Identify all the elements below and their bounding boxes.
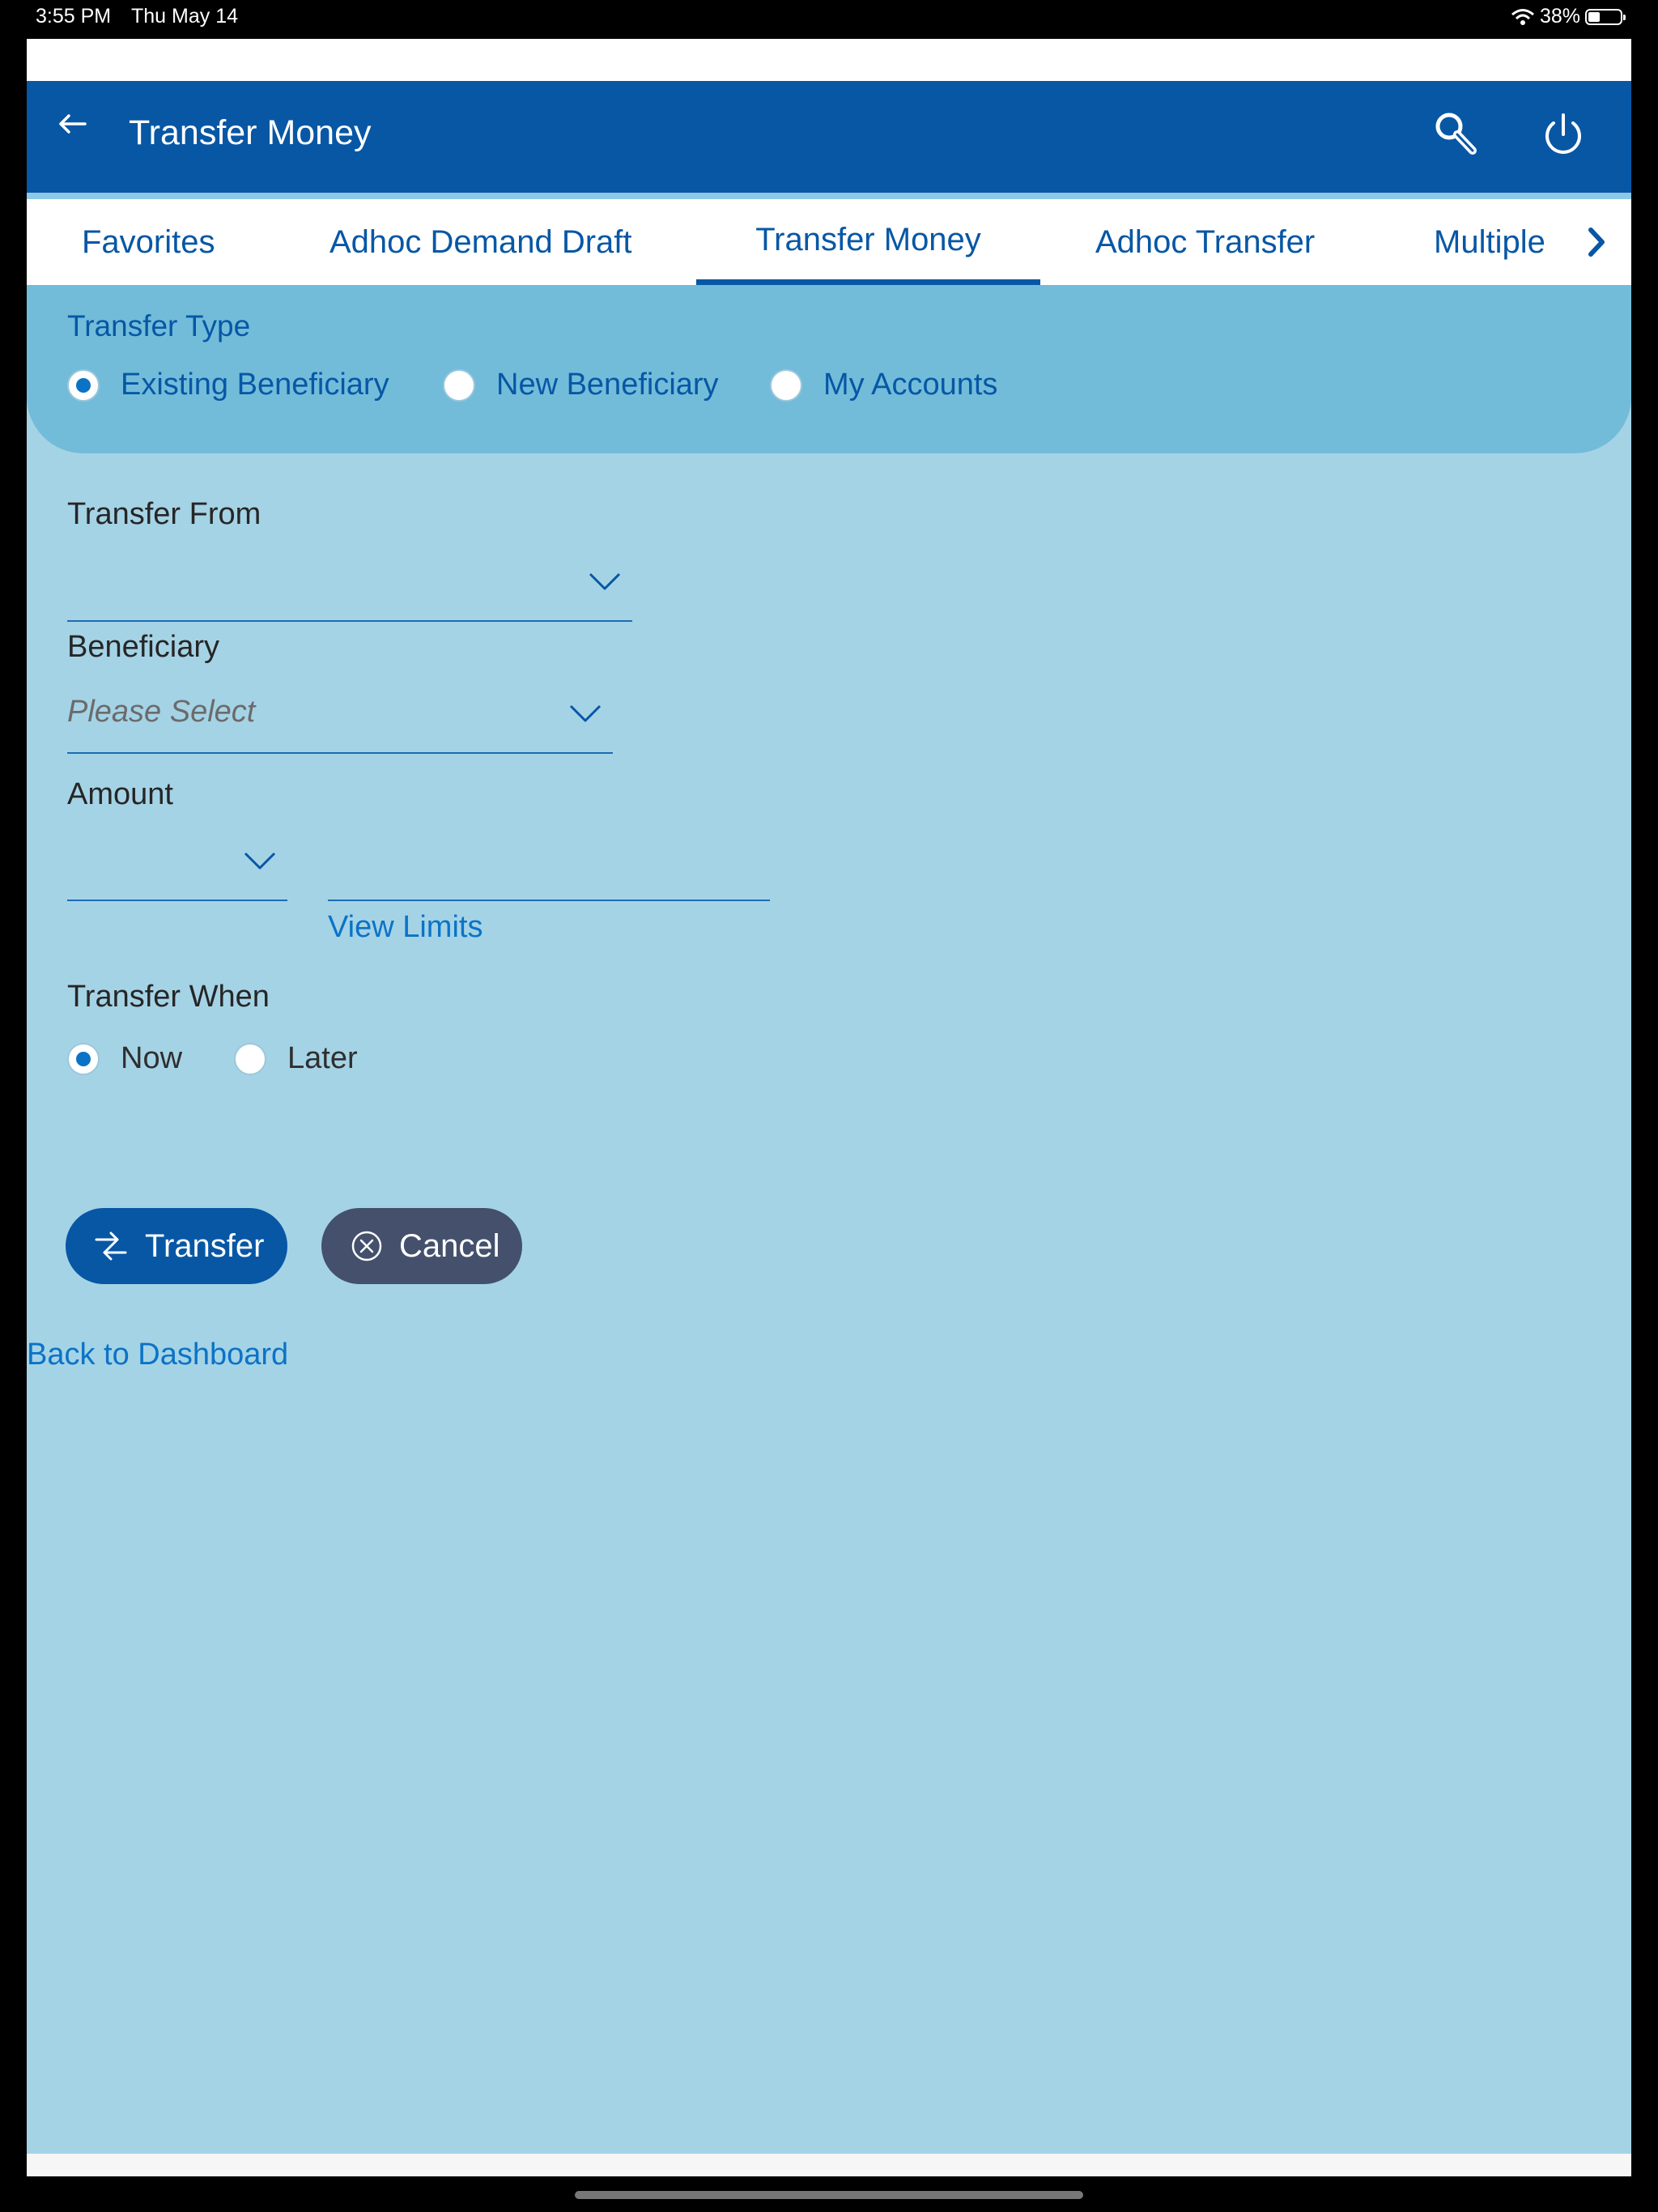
tab-adhoc-demand-draft[interactable]: Adhoc Demand Draft — [329, 199, 632, 285]
battery-icon — [1585, 8, 1626, 25]
transfer-from-select[interactable] — [67, 620, 632, 622]
close-circle-icon — [351, 1231, 382, 1261]
tab-bar: Favorites Adhoc Demand Draft Transfer Mo… — [27, 199, 1631, 285]
home-indicator[interactable] — [575, 2191, 1083, 2199]
status-time: 3:55 PM — [36, 5, 112, 28]
cancel-button[interactable]: Cancel — [321, 1208, 522, 1284]
radio-button[interactable] — [67, 368, 100, 402]
power-icon — [1545, 113, 1581, 154]
radio-button[interactable] — [443, 368, 475, 402]
battery-percent: 38% — [1539, 5, 1580, 28]
chevron-down-icon[interactable] — [242, 849, 278, 873]
radio-my-accounts[interactable]: My Accounts — [770, 368, 997, 402]
chevron-down-icon[interactable] — [587, 569, 623, 593]
radio-label: My Accounts — [823, 368, 998, 402]
back-arrow-icon — [59, 114, 87, 134]
radio-label: Existing Beneficiary — [121, 368, 389, 402]
tab-favorites[interactable]: Favorites — [82, 199, 215, 285]
amount-input[interactable] — [328, 900, 770, 901]
radio-label: Now — [121, 1041, 183, 1075]
transfer-icon — [95, 1231, 127, 1261]
radio-label: Later — [287, 1041, 358, 1075]
chevron-down-icon[interactable] — [568, 701, 603, 725]
status-right: 38% — [1511, 5, 1626, 28]
beneficiary-underline — [67, 752, 613, 754]
radio-label: New Beneficiary — [496, 368, 719, 402]
header-strip — [27, 193, 1631, 199]
bottom-spacer — [27, 2154, 1631, 2176]
beneficiary-select[interactable]: Please Select — [67, 695, 255, 730]
currency-select[interactable] — [67, 900, 287, 901]
radio-existing-beneficiary[interactable]: Existing Beneficiary — [67, 368, 389, 402]
wifi-icon — [1511, 8, 1534, 25]
transfer-from-label: Transfer From — [67, 497, 261, 531]
search-icon — [1435, 113, 1477, 155]
beneficiary-label: Beneficiary — [67, 630, 219, 664]
radio-new-beneficiary[interactable]: New Beneficiary — [443, 368, 719, 402]
status-bar: 3:55 PM Thu May 14 38% — [0, 0, 1658, 39]
radio-button[interactable] — [234, 1042, 266, 1075]
transfer-button[interactable]: Transfer — [66, 1208, 287, 1284]
transfer-type-title: Transfer Type — [67, 309, 251, 342]
top-spacer — [27, 39, 1631, 81]
back-button[interactable] — [51, 105, 100, 154]
radio-button[interactable] — [67, 1042, 100, 1075]
radio-now[interactable]: Now — [67, 1041, 182, 1076]
chevron-right-icon — [1588, 228, 1605, 257]
page-title: Transfer Money — [129, 113, 372, 152]
amount-label: Amount — [67, 777, 173, 811]
transfer-button-label: Transfer — [145, 1227, 265, 1264]
status-date: Thu May 14 — [131, 5, 239, 28]
logout-button[interactable] — [1534, 105, 1592, 164]
view-limits-link[interactable]: View Limits — [328, 910, 483, 945]
app-window: Transfer Money Favorites Adhoc Demand Dr… — [27, 39, 1631, 2176]
tab-adhoc-transfer[interactable]: Adhoc Transfer — [1095, 199, 1315, 285]
search-button[interactable] — [1427, 105, 1486, 164]
transfer-type-panel: Transfer Type Existing Beneficiary New B… — [27, 285, 1631, 453]
transfer-when-label: Transfer When — [67, 980, 270, 1014]
tab-multiple[interactable]: Multiple — [1434, 199, 1545, 285]
tab-transfer-money[interactable]: Transfer Money — [696, 199, 1040, 285]
tabs-next-button[interactable] — [1576, 222, 1617, 262]
back-to-dashboard-link[interactable]: Back to Dashboard — [27, 1338, 288, 1372]
app-header: Transfer Money — [27, 81, 1631, 194]
radio-button[interactable] — [770, 368, 802, 402]
radio-later[interactable]: Later — [234, 1041, 358, 1076]
cancel-button-label: Cancel — [399, 1227, 500, 1264]
